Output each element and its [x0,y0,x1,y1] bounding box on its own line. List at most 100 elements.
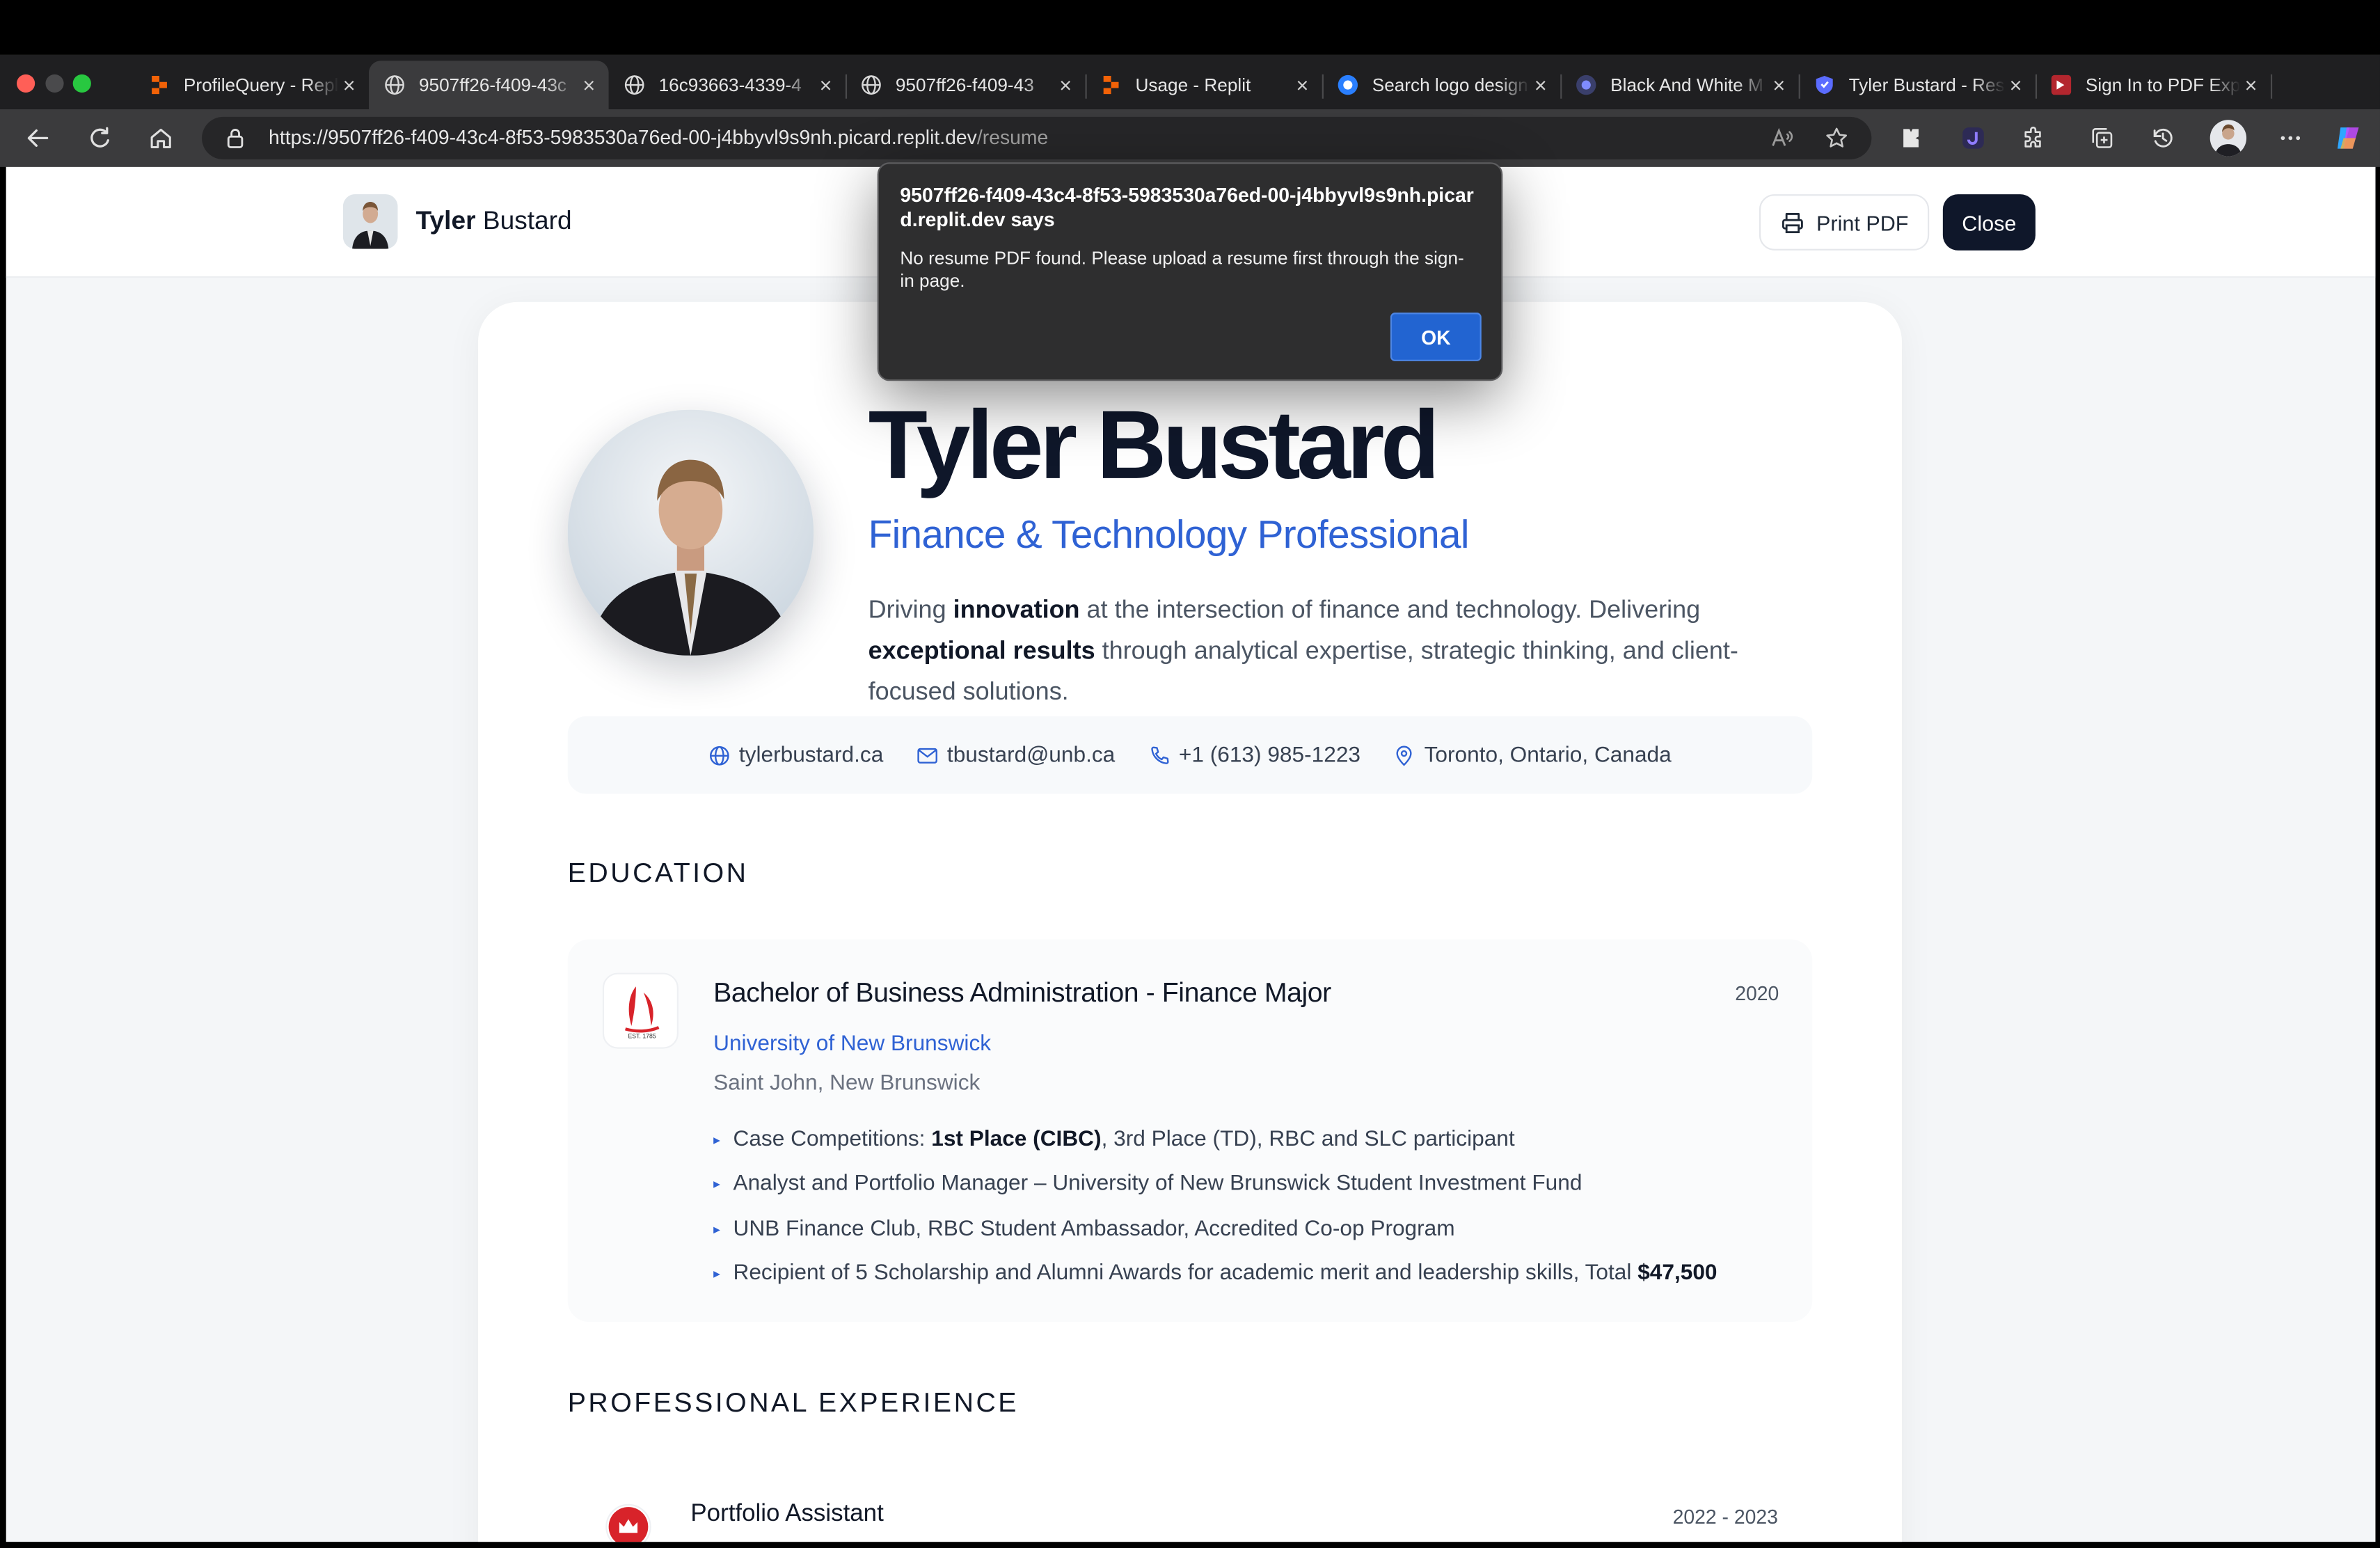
lock-icon[interactable] [226,127,244,156]
emphasis-text: innovation [953,596,1080,624]
browser-tab[interactable]: Search logo design × [1322,61,1562,109]
browser-tab[interactable]: Sign In to PDF Exp × [2036,61,2273,109]
profile-summary: Driving innovation at the intersection o… [868,590,1825,713]
education-bullet: Case Competitions: 1st Place (CIBC), 3rd… [713,1121,1776,1166]
map-pin-icon [1394,744,1415,766]
globe-icon [624,74,645,96]
experience-heading: PROFESSIONAL EXPERIENCE [567,1387,1019,1418]
unb-logo-text: EST. 1785 [628,1032,656,1039]
emphasis-text: exceptional results [868,637,1095,665]
education-bullet: Recipient of 5 Scholarship and Alumni Aw… [713,1255,1776,1300]
profile-role: Finance & Technology Professional [868,511,1470,558]
address-bar[interactable]: https://9507ff26-f409-43c4-8f53-5983530a… [202,116,1872,159]
education-heading: EDUCATION [567,857,749,888]
more-menu-icon[interactable] [2275,123,2306,154]
employer-logo [605,1503,651,1542]
tab-title: 9507ff26-f409-43c [418,74,567,96]
j-extension-icon[interactable] [1958,123,1989,154]
contact-email[interactable]: tbustard@unb.ca [917,743,1115,767]
browser-tab[interactable]: 9507ff26-f409-43c × [369,61,609,109]
browser-toolbar: https://9507ff26-f409-43c4-8f53-5983530a… [0,109,2380,167]
degree-year: 2020 [1735,981,1779,1005]
print-pdf-label: Print PDF [1816,210,1909,235]
tab-close-icon[interactable]: × [578,73,600,97]
window-close-control[interactable] [16,74,35,93]
tab-title: Search logo design [1372,74,1528,96]
tab-close-icon[interactable]: × [815,73,836,97]
alert-dialog: 9507ff26-f409-43c4-8f53-5983530a76ed-00-… [877,162,1503,381]
phone-icon [1148,744,1170,766]
education-bullet: Analyst and Portfolio Manager – Universi… [713,1166,1776,1210]
collections-icon[interactable] [2087,123,2118,154]
tab-title: Tyler Bustard - Res [1848,74,2005,96]
close-button[interactable]: Close [1942,194,2036,251]
body-text: at the intersection of finance and techn… [1079,596,1701,624]
dialog-ok-button[interactable]: OK [1390,313,1482,361]
back-icon[interactable] [23,123,54,154]
tab-title: ProfileQuery - Repl [183,74,339,96]
tab-close-icon[interactable]: × [2240,73,2262,97]
globe-icon [384,74,406,96]
tab-close-icon[interactable]: × [338,73,360,97]
site-brand[interactable]: Tyler Bustard [416,207,572,237]
browser-tab[interactable]: 16c93663-4339-4 × [609,61,848,109]
home-icon[interactable] [145,123,176,154]
unb-logo: EST. 1785 [602,972,679,1049]
contact-bar: tylerbustard.ca tbustard@unb.ca +1 (613)… [567,716,1813,794]
header-avatar [342,194,398,249]
browser-tab[interactable]: ProfileQuery - Repl × [134,61,369,109]
printer-icon [1780,210,1804,235]
window-minimize-control[interactable] [45,74,64,93]
education-entry: EST. 1785 Bachelor of Business Administr… [567,939,1813,1322]
dialog-title: 9507ff26-f409-43c4-8f53-5983530a76ed-00-… [900,183,1474,231]
tab-close-icon[interactable]: × [1768,73,1790,97]
degree-title: Bachelor of Business Administration - Fi… [713,977,1331,1008]
body-text: Driving [868,596,953,624]
copilot-icon[interactable] [2333,123,2363,154]
extension-icon[interactable] [1896,123,1926,154]
reload-icon[interactable] [85,123,116,154]
globe-icon [861,74,882,96]
mail-icon [917,744,938,766]
tab-close-icon[interactable]: × [1292,73,1313,97]
emphasis-text: 1st Place (CIBC) [931,1128,1102,1152]
experience-years: 2022 - 2023 [1672,1505,1778,1529]
profile-avatar[interactable] [2210,120,2247,157]
pdf-icon [2051,74,2072,96]
browser-tab[interactable]: Tyler Bustard - Res × [1799,61,2038,109]
favorite-star-icon[interactable] [1825,126,1849,158]
read-aloud-icon[interactable] [1770,126,1794,158]
contact-website[interactable]: tylerbustard.ca [708,743,883,767]
history-icon[interactable] [2148,123,2178,154]
education-highlights: Case Competitions: 1st Place (CIBC), 3rd… [713,1121,1776,1300]
school-name[interactable]: University of New Brunswick [713,1032,991,1057]
tab-close-icon[interactable]: × [2005,73,2026,97]
shield-icon [1814,74,1835,96]
tab-close-icon[interactable]: × [1055,73,1077,97]
browser-tab[interactable]: 9507ff26-f409-43 × [846,61,1087,109]
url-text[interactable]: https://9507ff26-f409-43c4-8f53-5983530a… [269,126,1048,149]
copilot-icon [1338,74,1359,96]
extensions-puzzle-icon[interactable] [2019,123,2049,154]
tab-title: Black And White M [1610,74,1763,96]
browser-tab[interactable]: Black And White M × [1560,61,1800,109]
body-text: UNB Finance Club, RBC Student Ambassador… [733,1216,1455,1241]
print-pdf-button[interactable]: Print PDF [1759,194,1930,251]
screen: ProfileQuery - Repl × 9507ff26-f409-43c × 16… [0,0,2380,1548]
browser-tab[interactable]: Usage - Replit × [1086,61,1324,109]
experience-title: Portfolio Assistant [690,1501,884,1527]
body-text: Recipient of 5 Scholarship and Alumni Aw… [733,1261,1638,1286]
profile-name: Tyler Bustard [868,390,1440,500]
tab-title: 16c93663-4339-4 [658,74,802,96]
profile-photo [567,409,814,656]
body-text: Case Competitions: [733,1128,932,1152]
browser-tab-bar: ProfileQuery - Repl × 9507ff26-f409-43c × 16… [0,54,2380,149]
contact-phone[interactable]: +1 (613) 985-1223 [1148,743,1360,767]
tab-close-icon[interactable]: × [1530,73,1552,97]
school-location: Saint John, New Brunswick [713,1071,981,1096]
education-bullet: UNB Finance Club, RBC Student Ambassador… [713,1210,1776,1255]
window-zoom-control[interactable] [72,74,91,93]
replit-icon [149,74,170,96]
body-text: Analyst and Portfolio Manager – Universi… [733,1171,1582,1196]
replit-icon [1100,74,1122,96]
